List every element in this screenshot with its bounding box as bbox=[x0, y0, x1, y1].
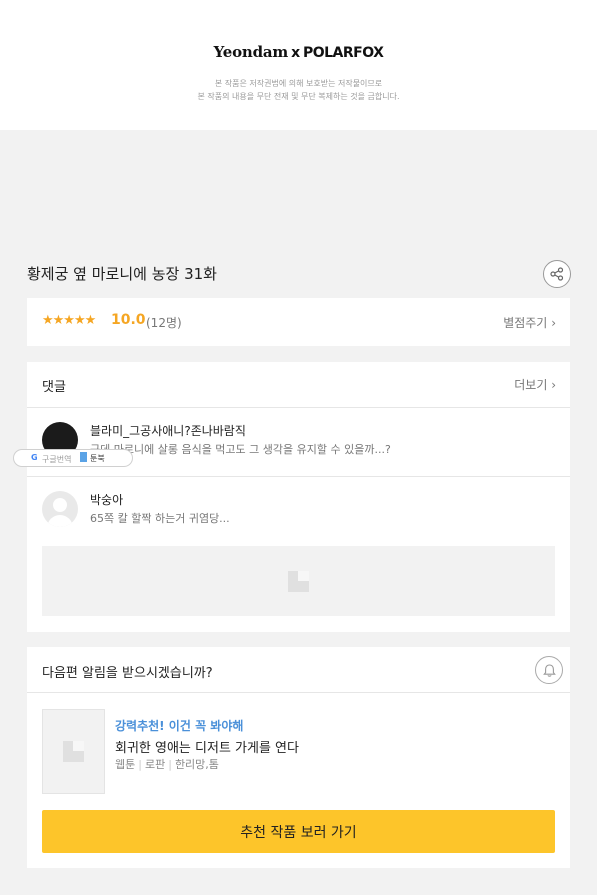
image-placeholder-icon bbox=[63, 741, 84, 762]
comments-card: 댓글 더보기 › 블라미_그공사애니?존나바람직 근데 마로니에 살롱 음식을 … bbox=[27, 362, 570, 632]
rating-card: ★★★★★ 10.0 (12명) 별점주기 › bbox=[27, 298, 570, 346]
copyright-line-1: 본 작품은 저작권법에 의해 보호받는 저작물이므로 bbox=[214, 79, 383, 88]
recommend-label: 강력추천! 이건 꼭 봐야해 bbox=[115, 719, 244, 733]
divider bbox=[27, 407, 570, 408]
avatar-head-shape bbox=[53, 498, 67, 512]
book-icon bbox=[80, 452, 87, 462]
comments-title: 댓글 bbox=[42, 380, 66, 395]
recommended-thumbnail[interactable] bbox=[42, 709, 105, 794]
translate-badge[interactable]: G 구글번역 툰북 bbox=[13, 449, 133, 467]
copyright-banner: Yeondam x POLARFOX 본 작품은 저작권법에 의해 보호받는 저작물… bbox=[0, 0, 597, 130]
google-icon: G bbox=[31, 453, 38, 462]
copyright-notice: 본 작품은 저작권법에 의해 보호받는 저작물이므로 본 작품의 내용을 무단 … bbox=[0, 77, 597, 103]
translate-label: 구글번역 bbox=[42, 455, 72, 464]
brand-yeondam: Yeondam bbox=[213, 43, 289, 61]
more-comments-button[interactable]: 더보기 › bbox=[514, 376, 556, 393]
bell-icon bbox=[542, 663, 556, 677]
meta-author: 한리망,톰 bbox=[174, 758, 219, 771]
meta-category: 로판 bbox=[144, 758, 166, 771]
notify-title: 다음편 알림을 받으시겠습니까? bbox=[42, 666, 213, 681]
star-rating: ★★★★★ bbox=[42, 313, 96, 328]
avatar-body-shape bbox=[47, 515, 73, 527]
ad-placeholder bbox=[42, 546, 555, 616]
toonbook-label: 툰북 bbox=[90, 454, 105, 463]
share-button[interactable] bbox=[543, 260, 571, 288]
notify-card: 다음편 알림을 받으시겠습니까? 강력추천! 이건 꼭 봐야해 회귀한 영애는 … bbox=[27, 647, 570, 868]
chevron-right-icon: › bbox=[551, 378, 556, 392]
brand-polarfox: POLARFOX bbox=[302, 45, 384, 61]
image-placeholder-icon bbox=[288, 571, 309, 592]
comment-author: 블라미_그공사애니?존나바람직 bbox=[90, 424, 246, 438]
brand-x: x bbox=[291, 45, 300, 61]
rating-count: (12명) bbox=[146, 316, 182, 330]
brand-logo: Yeondam x POLARFOX bbox=[0, 43, 597, 61]
meta-genre: 웹툰 bbox=[115, 758, 136, 771]
episode-title: 황제궁 옆 마로니에 농장 31화 bbox=[27, 265, 217, 283]
recommend-cta-button[interactable]: 추천 작품 보러 가기 bbox=[42, 810, 555, 853]
recommended-title[interactable]: 회귀한 영애는 디저트 가게를 연다 bbox=[115, 737, 299, 756]
avatar[interactable] bbox=[42, 491, 78, 527]
rate-button-label: 별점주기 bbox=[503, 316, 548, 330]
share-icon bbox=[550, 267, 564, 281]
comment-text: 근데 마로니에 살롱 음식을 먹고도 그 생각을 유지할 수 있을까...? bbox=[90, 443, 391, 456]
comment-author: 박숭아 bbox=[90, 493, 124, 507]
rate-button[interactable]: 별점주기 › bbox=[503, 314, 556, 331]
rating-score: 10.0 bbox=[111, 312, 146, 328]
divider bbox=[27, 692, 570, 693]
notify-bell-button[interactable] bbox=[535, 656, 563, 684]
chevron-right-icon: › bbox=[551, 316, 556, 330]
comment-text: 65쪽 칼 할짝 하는거 귀염당... bbox=[90, 512, 230, 525]
more-comments-label: 더보기 bbox=[514, 378, 548, 392]
recommended-meta: 웹툰 | 로판 | 한리망,톰 bbox=[115, 758, 219, 771]
copyright-line-2: 본 작품의 내용을 무단 전재 및 무단 복제하는 것을 금합니다. bbox=[197, 92, 400, 101]
divider bbox=[27, 476, 570, 477]
